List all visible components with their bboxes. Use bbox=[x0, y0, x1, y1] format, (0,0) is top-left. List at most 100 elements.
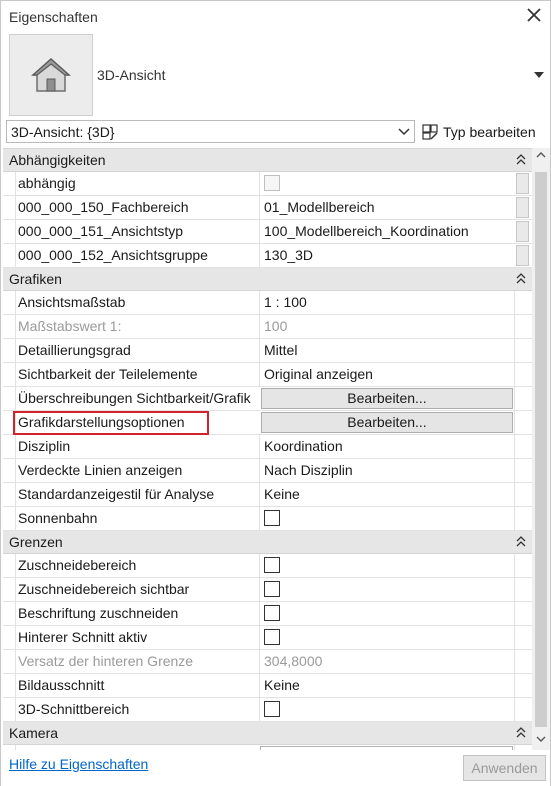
footer: Hilfe zu Eigenschaften Anwenden bbox=[1, 750, 550, 786]
property-row: Versatz der hinteren Grenze 304,8000 bbox=[3, 650, 532, 674]
property-name: Disziplin bbox=[15, 435, 259, 458]
row-strip bbox=[514, 507, 532, 530]
property-row[interactable]: Grafikdarstellungsoptionen Bearbeiten... bbox=[3, 411, 532, 435]
properties-panel: Eigenschaften 3D-Ansicht 3D-Ansicht: {3D… bbox=[0, 0, 551, 786]
edit-type-icon bbox=[422, 123, 438, 140]
row-strip bbox=[514, 291, 532, 314]
collapse-icon[interactable] bbox=[516, 154, 526, 166]
row-strip bbox=[514, 602, 532, 625]
row-picker-button[interactable] bbox=[516, 221, 529, 242]
property-name: Beschriftung zuschneiden bbox=[15, 602, 259, 625]
property-name: Sichtbarkeit der Teilelemente bbox=[15, 363, 259, 386]
disabled-checkbox bbox=[264, 175, 280, 192]
type-thumbnail bbox=[9, 34, 93, 116]
property-value[interactable]: Keine bbox=[259, 674, 514, 697]
type-selector[interactable]: 3D-Ansicht bbox=[1, 32, 550, 116]
property-row[interactable]: Bildausschnitt Keine bbox=[3, 674, 532, 698]
instance-selector-row: 3D-Ansicht: {3D} Typ bearbeiten bbox=[1, 118, 550, 145]
property-row: Maßstabswert 1: 100 bbox=[3, 315, 532, 339]
property-row[interactable]: Zuschneidebereich sichtbar bbox=[3, 578, 532, 602]
property-name: Verdeckte Linien anzeigen bbox=[15, 459, 259, 482]
property-value: 100 bbox=[259, 315, 514, 338]
property-name: Bildausschnitt bbox=[15, 674, 259, 697]
help-link[interactable]: Hilfe zu Eigenschaften bbox=[9, 756, 148, 772]
property-row[interactable]: Zuschneidebereich bbox=[3, 554, 532, 578]
property-value[interactable]: Mittel bbox=[259, 339, 514, 362]
property-row[interactable]: abhängig bbox=[3, 172, 532, 196]
type-dropdown-icon[interactable] bbox=[533, 70, 545, 80]
vertical-scrollbar[interactable] bbox=[532, 148, 550, 750]
edit-visibility-button[interactable]: Bearbeiten... bbox=[261, 388, 513, 409]
scroll-down-icon[interactable] bbox=[532, 734, 550, 748]
property-row[interactable]: Ansichtsmaßstab 1 : 100 bbox=[3, 291, 532, 315]
crop-annotation-checkbox[interactable] bbox=[264, 605, 280, 622]
property-row[interactable]: 000_000_150_Fachbereich 01_Modellbereich bbox=[3, 196, 532, 220]
row-picker-button[interactable] bbox=[516, 245, 529, 266]
instance-filter-dropdown[interactable]: 3D-Ansicht: {3D} bbox=[6, 120, 415, 143]
property-value bbox=[259, 172, 514, 195]
instance-filter-value: 3D-Ansicht: {3D} bbox=[11, 124, 115, 140]
property-row[interactable]: 000_000_151_Ansichtstyp 100_Modellbereic… bbox=[3, 220, 532, 244]
property-row[interactable]: 000_000_152_Ansichtsgruppe 130_3D bbox=[3, 244, 532, 268]
group-abhaengigkeiten[interactable]: Abhängigkeiten bbox=[3, 149, 532, 172]
property-value[interactable]: 100_Modellbereich_Koordination bbox=[259, 220, 514, 243]
property-name: Sonnenbahn bbox=[15, 507, 259, 530]
property-row[interactable]: Standardanzeigestil für Analyse Keine bbox=[3, 483, 532, 507]
row-strip bbox=[514, 578, 532, 601]
property-name: Standardanzeigestil für Analyse bbox=[15, 483, 259, 506]
property-name: Ansichtsmaßstab bbox=[15, 291, 259, 314]
row-strip bbox=[514, 363, 532, 386]
collapse-icon[interactable] bbox=[516, 727, 526, 739]
scroll-up-icon[interactable] bbox=[532, 150, 550, 164]
collapse-icon[interactable] bbox=[516, 536, 526, 548]
edit-type-button[interactable]: Typ bearbeiten bbox=[421, 120, 536, 143]
property-row[interactable]: Beschriftung zuschneiden bbox=[3, 602, 532, 626]
scroll-thumb[interactable] bbox=[535, 172, 547, 727]
property-row[interactable]: Disziplin Koordination bbox=[3, 435, 532, 459]
edit-type-label: Typ bearbeiten bbox=[443, 123, 536, 140]
group-label: Grafiken bbox=[9, 271, 62, 287]
row-strip bbox=[514, 554, 532, 577]
property-row[interactable]: 3D-Schnittbereich bbox=[3, 698, 532, 722]
close-icon[interactable] bbox=[524, 5, 544, 25]
sun-path-checkbox[interactable] bbox=[264, 510, 280, 527]
row-strip bbox=[514, 435, 532, 458]
edit-graphics-options-button[interactable]: Bearbeiten... bbox=[261, 412, 513, 433]
collapse-icon[interactable] bbox=[516, 273, 526, 285]
property-value[interactable]: Koordination bbox=[259, 435, 514, 458]
property-value[interactable]: Original anzeigen bbox=[259, 363, 514, 386]
property-row[interactable]: Detaillierungsgrad Mittel bbox=[3, 339, 532, 363]
property-value[interactable]: Nach Disziplin bbox=[259, 459, 514, 482]
property-row[interactable]: Verdeckte Linien anzeigen Nach Disziplin bbox=[3, 459, 532, 483]
section-box-checkbox[interactable] bbox=[264, 701, 280, 718]
property-row[interactable]: Hinterer Schnitt aktiv bbox=[3, 626, 532, 650]
property-row[interactable]: Überschreibungen Sichtbarkeit/Grafik Bea… bbox=[3, 387, 532, 411]
far-clip-checkbox[interactable] bbox=[264, 629, 280, 646]
property-value[interactable]: Keine bbox=[259, 483, 514, 506]
property-name: Maßstabswert 1: bbox=[15, 315, 259, 338]
property-value[interactable]: 01_Modellbereich bbox=[259, 196, 514, 219]
property-value[interactable]: 1 : 100 bbox=[259, 291, 514, 314]
row-strip bbox=[514, 459, 532, 482]
property-row[interactable]: Sonnenbahn bbox=[3, 507, 532, 531]
crop-region-checkbox[interactable] bbox=[264, 557, 280, 574]
row-strip bbox=[514, 626, 532, 649]
property-row[interactable]: Sichtbarkeit der Teilelemente Original a… bbox=[3, 363, 532, 387]
group-label: Abhängigkeiten bbox=[9, 152, 106, 168]
property-name: 3D-Schnittbereich bbox=[15, 698, 259, 721]
panel-title: Eigenschaften bbox=[9, 9, 98, 25]
row-picker-button[interactable] bbox=[516, 173, 529, 194]
property-value[interactable]: 130_3D bbox=[259, 244, 514, 267]
title-bar: Eigenschaften bbox=[1, 1, 550, 32]
row-strip bbox=[514, 315, 532, 338]
group-grafiken[interactable]: Grafiken bbox=[3, 268, 532, 291]
property-value bbox=[259, 554, 514, 577]
house-icon bbox=[31, 57, 71, 92]
group-grenzen[interactable]: Grenzen bbox=[3, 531, 532, 554]
chevron-down-icon bbox=[398, 128, 410, 136]
row-picker-button[interactable] bbox=[516, 197, 529, 218]
apply-button[interactable]: Anwenden bbox=[463, 755, 546, 781]
property-value bbox=[259, 507, 514, 530]
group-kamera[interactable]: Kamera bbox=[3, 722, 532, 745]
crop-visible-checkbox[interactable] bbox=[264, 581, 280, 598]
